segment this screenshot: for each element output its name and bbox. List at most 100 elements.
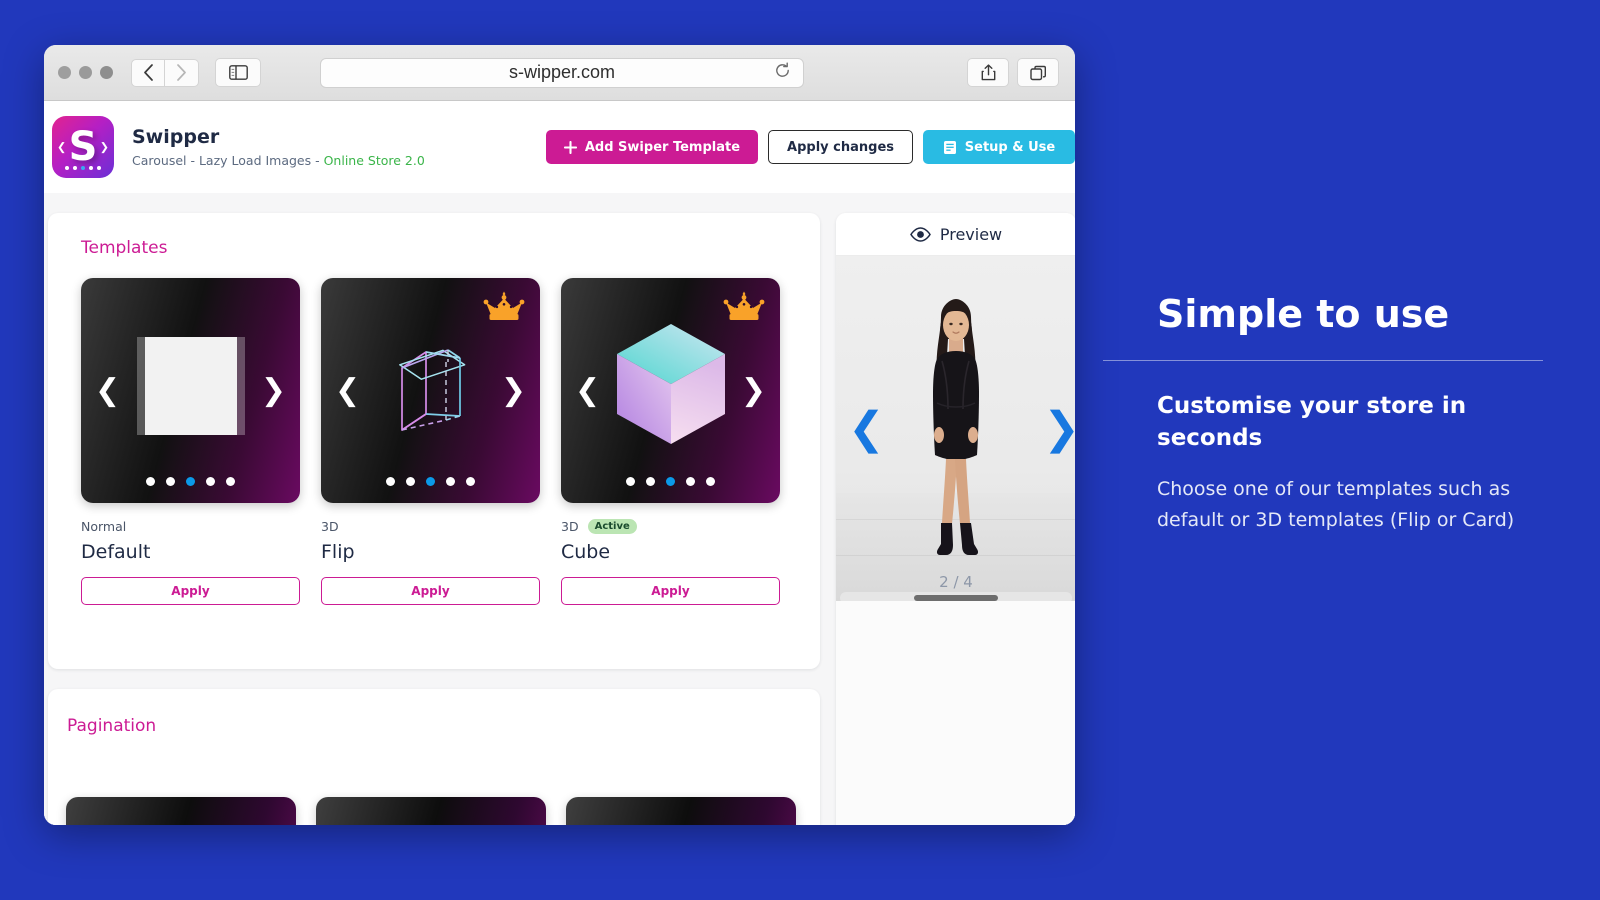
promo-subheading: Customise your store in seconds [1157,393,1467,451]
pagination-thumbnail[interactable] [566,797,796,825]
template-card-flip[interactable]: ❮ ❯ 3D Flip Apply [321,278,540,605]
close-window-button[interactable] [58,66,71,79]
thumb-dot-active[interactable] [666,477,675,486]
nav-buttons-group [131,58,199,87]
preview-counter: 2 / 4 [939,573,973,591]
app-title-block: Swipper Carousel - Lazy Load Images - On… [132,126,425,168]
apply-template-button[interactable]: Apply [81,577,300,605]
template-card-cube[interactable]: ❮ ❯ 3D Active Cube Apply [561,278,780,605]
app-subtitle-main: Carousel - Lazy Load Images - [132,153,324,168]
template-kind: 3D [561,519,579,534]
chevron-right-icon [177,64,186,81]
thumb-dot[interactable] [626,477,635,486]
reload-icon[interactable] [774,62,791,84]
thumb-prev-icon[interactable]: ❮ [575,375,600,406]
template-name: Cube [561,541,611,563]
thumb-prev-icon[interactable]: ❮ [95,375,120,406]
preview-scrollbar-thumb[interactable] [914,595,998,601]
tab-overview-button[interactable] [1017,58,1059,87]
thumb-dot[interactable] [206,477,215,486]
logo-dot [73,166,77,170]
maximize-window-button[interactable] [100,66,113,79]
setup-and-use-button[interactable]: Setup & Use [923,130,1075,164]
template-thumbnail[interactable]: ❮ ❯ [321,278,540,503]
logo-dot [65,166,69,170]
logo-dot [97,166,101,170]
status-badge: Active [587,519,637,534]
browser-window: s-wipper.com ❮ ❯ S Swipper Carousel - La… [44,45,1075,825]
thumb-pagination-dots [81,477,300,486]
template-thumbnail[interactable]: ❮ ❯ [561,278,780,503]
crown-premium-icon [483,291,525,320]
thumb-next-icon[interactable]: ❯ [741,375,766,406]
thumb-dot[interactable] [646,477,655,486]
template-thumbnail[interactable]: ❮ ❯ [81,278,300,503]
logo-dots [52,166,114,170]
forward-button[interactable] [165,58,199,87]
apply-template-button[interactable]: Apply [321,577,540,605]
promo-block: Simple to use Customise your store in se… [1103,292,1543,536]
sidebar-toggle-button[interactable] [215,58,261,87]
template-kind: 3D [321,519,339,534]
thumb-dot[interactable] [466,477,475,486]
pagination-grid [66,797,796,825]
address-bar[interactable]: s-wipper.com [320,57,804,88]
template-meta: 3D [321,518,540,535]
thumb-dot[interactable] [686,477,695,486]
page-title: Swipper [132,126,220,148]
apply-template-button[interactable]: Apply [561,577,780,605]
preview-prev-button[interactable]: ❮ [848,406,885,451]
tab-overview-icon [1029,65,1046,80]
thumb-dot[interactable] [146,477,155,486]
apply-changes-button[interactable]: Apply changes [768,130,913,164]
app-body: ❮ ❯ S Swipper Carousel - Lazy Load Image… [44,101,1075,825]
flip-wireframe-icon [398,348,465,431]
thumb-pagination-dots [561,477,780,486]
thumb-dot-active[interactable] [426,477,435,486]
thumb-dot[interactable] [446,477,455,486]
app-header: ❮ ❯ S Swipper Carousel - Lazy Load Image… [44,101,1075,193]
thumb-next-icon[interactable]: ❯ [501,375,526,406]
template-name: Flip [321,541,355,563]
preview-stage: ❮ ❯ 2 / 4 [836,256,1075,601]
share-button[interactable] [967,58,1009,87]
thumb-next-icon[interactable]: ❯ [261,375,286,406]
template-name: Default [81,541,151,563]
pagination-thumbnail[interactable] [66,797,296,825]
url-text: s-wipper.com [508,62,616,82]
preview-scrollbar[interactable] [840,592,1072,601]
templates-grid: ❮ ❯ Normal Default Apply ❮ ❯ 3D Flip App… [81,278,780,605]
thumb-dot[interactable] [166,477,175,486]
thumb-dot[interactable] [386,477,395,486]
preview-title: Preview [939,224,1003,244]
promo-divider [1103,360,1543,361]
logo-dot [89,166,93,170]
plus-icon [563,140,577,154]
add-swiper-template-button[interactable]: Add Swiper Template [545,130,759,164]
template-meta: 3D Active [561,518,780,535]
promo-heading: Simple to use [1157,292,1450,336]
minimize-window-button[interactable] [79,66,92,79]
back-button[interactable] [131,58,165,87]
thumb-dot-active[interactable] [186,477,195,486]
templates-panel: Templates ❮ ❯ Normal Default Apply ❮ ❯ 3… [48,213,820,669]
white-card-slide-icon [144,337,237,435]
pagination-thumbnail[interactable] [316,797,546,825]
template-kind: Normal [81,519,127,534]
header-actions: Add Swiper Template Apply changes Setup … [545,130,1075,164]
thumb-prev-icon[interactable]: ❮ [335,375,360,406]
share-icon [981,64,995,81]
template-card-default[interactable]: ❮ ❯ Normal Default Apply [81,278,300,605]
preview-next-button[interactable]: ❯ [1043,406,1075,451]
thumb-dot[interactable] [406,477,415,486]
apply-changes-label: Apply changes [787,139,894,155]
app-subtitle-highlight: Online Store 2.0 [323,153,425,168]
chevron-left-icon [143,64,153,81]
pagination-panel: Pagination [48,689,820,825]
preview-product-image [933,299,979,555]
pagination-panel-title: Pagination [67,716,157,736]
book-icon [943,140,956,154]
thumb-dot[interactable] [226,477,235,486]
preview-header: Preview [836,213,1075,256]
thumb-dot[interactable] [706,477,715,486]
